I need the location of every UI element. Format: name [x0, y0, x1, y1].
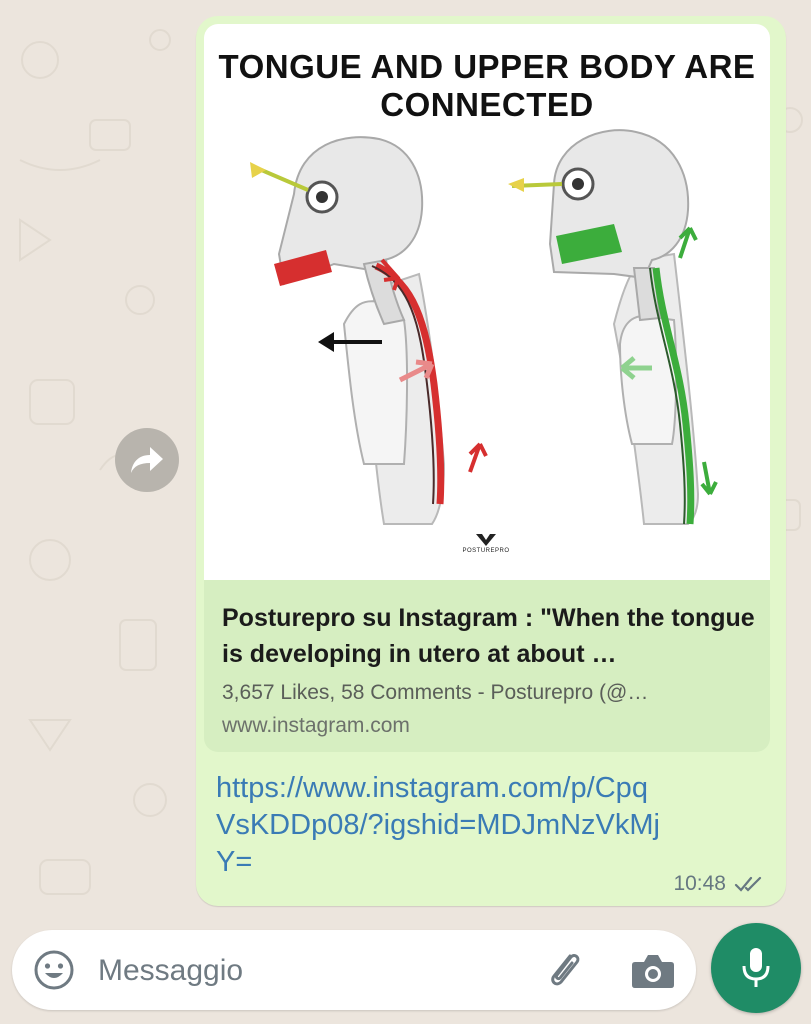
message-link[interactable]: https://www.instagram.com/p/CpqVsKDDp08/… [216, 770, 666, 881]
forward-arrow-icon [131, 447, 163, 473]
link-preview-domain: www.instagram.com [222, 714, 410, 737]
double-check-icon [734, 876, 762, 892]
microphone-icon [742, 948, 770, 987]
good-posture-figure [508, 129, 718, 525]
camera-icon[interactable] [630, 948, 676, 992]
link-preview-meta: 3,657 Likes, 58 Comments - Posturepro (@… [222, 681, 649, 704]
preview-image-brand: POSTUREPRO [462, 548, 510, 554]
posture-illustration [250, 129, 718, 546]
link-preview-image[interactable]: TONGUE AND UPPER BODY ARE CONNECTED POST… [204, 24, 770, 580]
message-meta: 10:48 [673, 872, 764, 896]
forward-button[interactable] [115, 428, 179, 492]
paperclip-icon[interactable] [540, 946, 588, 994]
message-input[interactable] [96, 944, 520, 998]
outgoing-message-bubble[interactable]: TONGUE AND UPPER BODY ARE CONNECTED POST… [196, 16, 786, 906]
posturepro-logo-icon [476, 534, 496, 546]
message-composer [12, 930, 696, 1010]
link-preview-title: Posturepro su Instagram : "When the tong… [222, 604, 755, 668]
voice-message-button[interactable] [711, 923, 801, 1013]
message-time: 10:48 [673, 872, 726, 895]
poor-posture-figure [250, 136, 488, 525]
emoji-icon[interactable] [32, 948, 76, 992]
link-preview-card[interactable]: TONGUE AND UPPER BODY ARE CONNECTED POST… [204, 24, 770, 752]
